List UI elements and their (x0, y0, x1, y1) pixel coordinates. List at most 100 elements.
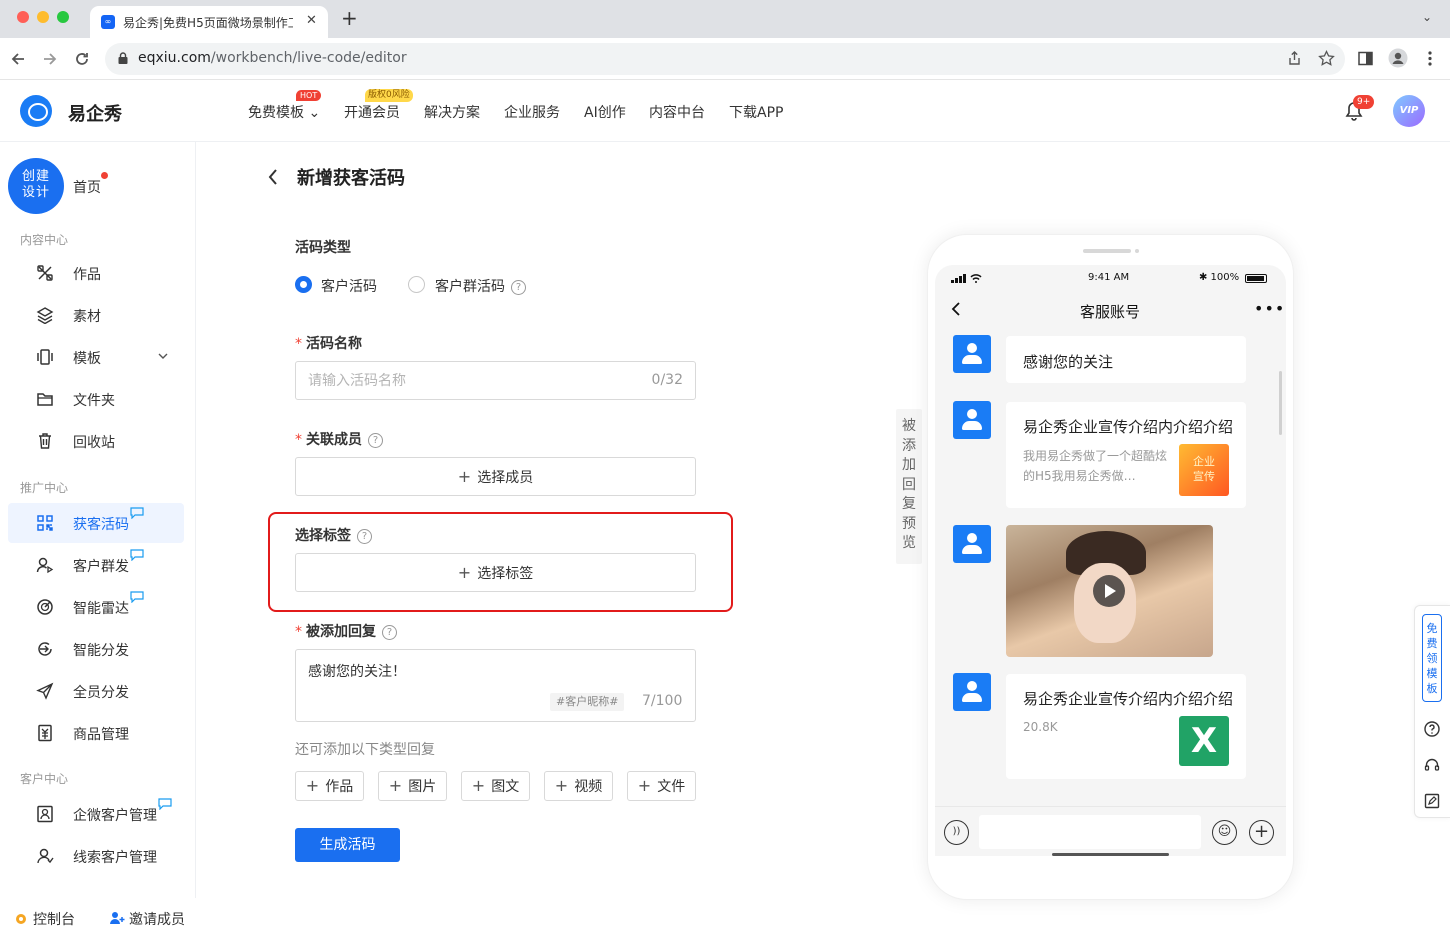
sidebar-item-customer-broadcast[interactable]: 客户群发 (8, 545, 184, 585)
sidebar-item-home[interactable]: 首页 (73, 177, 101, 197)
sidebar-item-materials[interactable]: 素材 (8, 295, 184, 335)
add-file-button[interactable]: + 文件 (627, 771, 696, 801)
member-label: * 关联成员? (295, 429, 383, 449)
star-icon[interactable] (1318, 50, 1335, 67)
generate-code-button[interactable]: 生成活码 (295, 828, 400, 862)
chat-title: 客服账号 (1080, 303, 1141, 321)
select-tag-button[interactable]: + 选择标签 (295, 553, 696, 592)
nav-solutions[interactable]: 解决方案 (424, 102, 480, 122)
sidebar-item-wecom-customers[interactable]: 企微客户管理 (8, 794, 184, 834)
help-icon[interactable]: ? (368, 433, 383, 448)
logo-text[interactable]: 易企秀 (68, 100, 122, 126)
radio-customer-code-label[interactable]: 客户活码 (321, 276, 377, 296)
add-article-button[interactable]: + 图文 (461, 771, 530, 801)
tab-list-icon[interactable]: ⌄ (1422, 10, 1432, 24)
add-image-button[interactable]: + 图片 (378, 771, 447, 801)
new-chat-badge-icon (130, 549, 144, 561)
contact-card-icon (37, 805, 53, 823)
add-works-button[interactable]: + 作品 (295, 771, 364, 801)
sidebar-item-smart-distribute[interactable]: 智能分发 (8, 629, 184, 669)
sidebar-label: 企微客户管理 (73, 808, 157, 824)
sidebar-item-works[interactable]: 作品 (8, 253, 184, 293)
insert-nickname-chip[interactable]: #客户昵称# (550, 693, 625, 711)
play-icon[interactable] (1093, 575, 1125, 607)
sidebar-item-all-staff-distribute[interactable]: 全员分发 (8, 671, 184, 711)
chat-input[interactable] (979, 815, 1201, 849)
reply-textarea[interactable]: 感谢您的关注！ (295, 649, 696, 722)
window-minimize-button[interactable] (37, 11, 49, 23)
reload-icon[interactable] (74, 51, 90, 67)
voice-icon[interactable]: )) (944, 820, 969, 845)
console-link[interactable]: 控制台 (33, 909, 75, 929)
user-avatar[interactable]: VIP (1393, 95, 1425, 127)
window-zoom-button[interactable] (57, 11, 69, 23)
help-icon[interactable]: ? (357, 529, 372, 544)
sidebar-label: 文件夹 (73, 393, 115, 409)
select-member-button[interactable]: + 选择成员 (295, 457, 696, 496)
radio-group-code[interactable] (408, 276, 425, 293)
name-input[interactable] (308, 370, 628, 392)
distribute-icon (38, 642, 52, 656)
card-title: 易企秀企业宣传介绍内介绍介绍 (1023, 418, 1233, 436)
edit-icon[interactable] (1424, 793, 1440, 809)
forward-arrow-icon[interactable] (42, 51, 58, 67)
chat-plus-icon[interactable]: + (1249, 820, 1274, 845)
sidebar-item-live-code[interactable]: 获客活码 (8, 503, 184, 543)
plus-icon: + (388, 776, 403, 795)
radio-customer-code[interactable] (295, 276, 312, 293)
nav-content-hub[interactable]: 内容中台 (649, 102, 705, 122)
nav-ai-create[interactable]: AI创作 (584, 102, 626, 122)
new-chat-badge-icon (130, 507, 144, 519)
new-chat-badge-icon (158, 798, 172, 810)
sidebar-item-product-management[interactable]: 商品管理 (8, 713, 184, 753)
nav-free-templates[interactable]: 免费模板 ⌄ (248, 102, 320, 122)
new-tab-icon[interactable]: + (341, 6, 358, 30)
sidepanel-icon[interactable] (1358, 51, 1373, 66)
emoji-icon[interactable]: ☺ (1212, 820, 1237, 845)
kebab-icon[interactable] (1428, 51, 1432, 66)
invite-member-link[interactable]: 邀请成员 (129, 909, 185, 929)
sidebar-item-folder[interactable]: 文件夹 (8, 379, 184, 419)
free-template-button[interactable]: 免费领模板 (1422, 614, 1442, 702)
share-icon[interactable] (1287, 51, 1302, 66)
chat-scrollbar[interactable] (1279, 371, 1282, 435)
tab-close-icon[interactable]: ✕ (306, 13, 317, 28)
message-video (1006, 525, 1213, 657)
preview-side-tab[interactable]: 被添加回复预览 (896, 409, 922, 564)
sidebar-item-smart-radar[interactable]: 智能雷达 (8, 587, 184, 627)
required-mark: * (295, 432, 302, 448)
chat-more-icon[interactable]: ••• (1254, 299, 1285, 318)
add-video-button[interactable]: + 视频 (544, 771, 613, 801)
hot-badge: HOT (296, 90, 322, 101)
nav-membership[interactable]: 开通会员 (344, 102, 400, 122)
radio-group-code-label[interactable]: 客户群活码? (435, 276, 526, 296)
logo-icon[interactable] (20, 95, 52, 127)
help-icon[interactable]: ? (382, 625, 397, 640)
plus-icon: + (471, 776, 486, 795)
sidebar-item-lead-customers[interactable]: 线索客户管理 (8, 836, 184, 876)
create-design-button[interactable]: 创建 设计 (8, 158, 64, 214)
free-template-label: 免费领模板 (1426, 622, 1438, 695)
battery-icon (1245, 274, 1267, 283)
name-label-text: 活码名称 (306, 336, 362, 352)
profile-icon[interactable] (1388, 48, 1408, 68)
plus-icon: + (305, 776, 320, 795)
url-field[interactable]: eqxiu.com/workbench/live-code/editor (105, 43, 1345, 75)
reply-text: 感谢您的关注！ (308, 664, 406, 680)
template-icon (37, 349, 53, 365)
back-arrow-icon[interactable] (10, 51, 26, 67)
nav-download-app[interactable]: 下载APP (729, 102, 783, 122)
name-counter: 0/32 (651, 372, 683, 388)
sidebar-item-trash[interactable]: 回收站 (8, 421, 184, 461)
back-icon[interactable] (266, 167, 280, 187)
headset-icon[interactable] (1424, 757, 1440, 773)
chat-back-icon[interactable] (951, 301, 961, 317)
sidebar-item-templates[interactable]: 模板 (8, 337, 184, 377)
nav-enterprise[interactable]: 企业服务 (504, 102, 560, 122)
help-circle-icon[interactable] (1424, 721, 1440, 737)
window-close-button[interactable] (17, 11, 29, 23)
help-icon[interactable]: ? (511, 280, 526, 295)
tag-label-text: 选择标签 (295, 528, 351, 544)
browser-tab[interactable]: ∞ 易企秀|免费H5页面微场景制作工具 ✕ (90, 6, 328, 38)
chevron-down-icon[interactable] (158, 351, 168, 361)
